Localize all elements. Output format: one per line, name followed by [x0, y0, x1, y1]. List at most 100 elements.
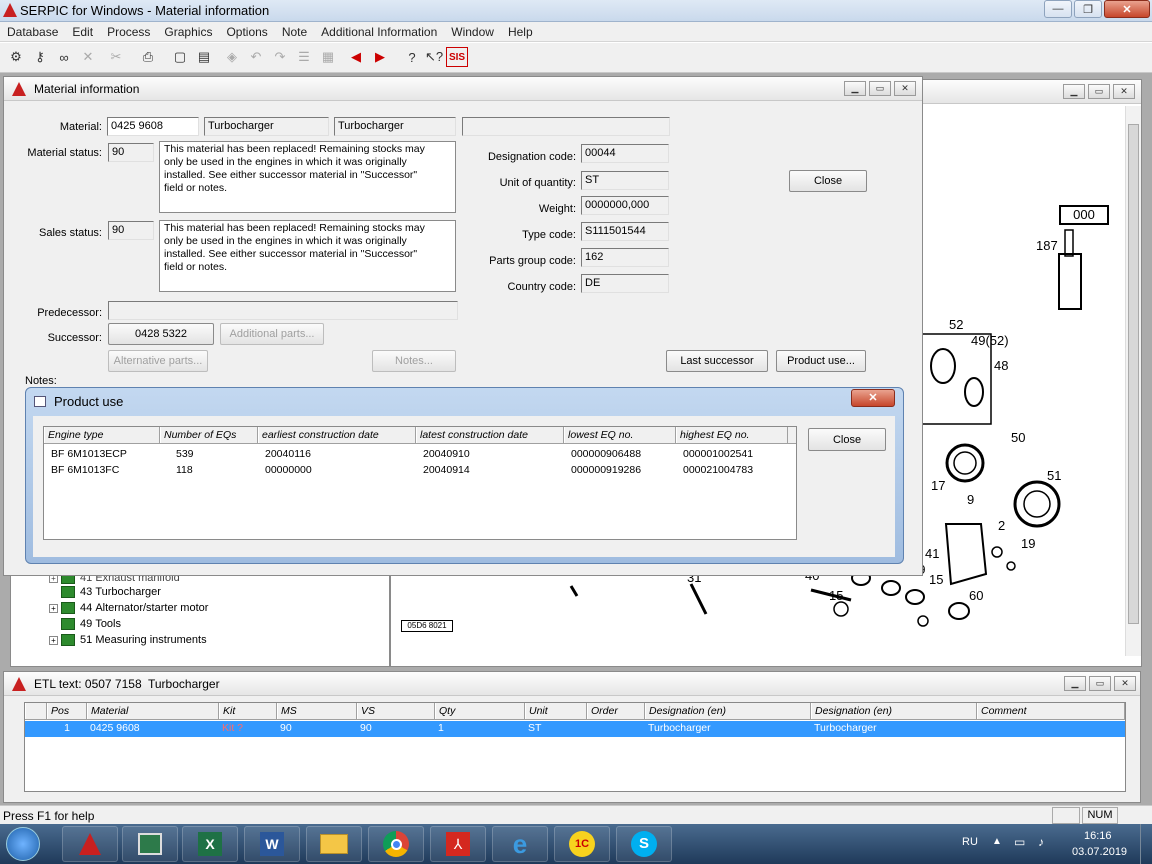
- column-header[interactable]: Pos: [47, 703, 87, 719]
- drawing-maximize-button[interactable]: ▭: [1088, 84, 1110, 99]
- column-header[interactable]: Kit: [219, 703, 277, 719]
- clock-time[interactable]: 16:16: [1084, 830, 1112, 842]
- excel-icon[interactable]: X: [182, 826, 238, 862]
- print-icon[interactable]: ⎙: [138, 47, 158, 67]
- etl-minimize-button[interactable]: ▁: [1064, 676, 1086, 691]
- column-header[interactable]: Designation (en): [645, 703, 811, 719]
- alternative-parts-button[interactable]: Alternative parts...: [108, 350, 208, 372]
- column-header[interactable]: Order: [587, 703, 645, 719]
- menu-additional-information[interactable]: Additional Information: [314, 22, 444, 39]
- expand-icon[interactable]: +: [49, 603, 58, 613]
- context-help-icon[interactable]: ↖?: [424, 47, 444, 67]
- menu-process[interactable]: Process: [100, 22, 157, 39]
- etl-maximize-button[interactable]: ▭: [1089, 676, 1111, 691]
- menu-note[interactable]: Note: [275, 22, 314, 39]
- material-label: Material:: [59, 121, 102, 133]
- expand-icon[interactable]: +: [49, 635, 58, 645]
- material-close-button[interactable]: ✕: [894, 81, 916, 96]
- drawing-scrollbar[interactable]: [1125, 106, 1141, 656]
- column-header[interactable]: earliest construction date: [258, 427, 416, 443]
- redo-icon[interactable]: ↷: [270, 47, 290, 67]
- start-button[interactable]: [6, 827, 40, 861]
- list-icon[interactable]: ☰: [294, 47, 314, 67]
- menu-edit[interactable]: Edit: [65, 22, 100, 39]
- word-icon[interactable]: W: [244, 826, 300, 862]
- column-header[interactable]: VS: [357, 703, 435, 719]
- table-row[interactable]: 1 0425 9608 Kit ? 90 90 1 ST Turbocharge…: [25, 721, 1125, 737]
- skype-icon[interactable]: S: [616, 826, 672, 862]
- additional-parts-button[interactable]: Additional parts...: [220, 323, 324, 345]
- table-icon[interactable]: ▦: [318, 47, 338, 67]
- serpic-taskbar-icon[interactable]: [62, 826, 118, 862]
- etl-close-button[interactable]: ✕: [1114, 676, 1136, 691]
- internet-explorer-icon[interactable]: e: [492, 826, 548, 862]
- dialog-close-x-button[interactable]: ✕: [851, 389, 895, 407]
- help-icon[interactable]: ?: [402, 47, 422, 67]
- column-header[interactable]: lowest EQ no.: [564, 427, 676, 443]
- open-icon[interactable]: ▤: [194, 47, 214, 67]
- table-row[interactable]: BF 6M1013FC 118 00000000 20040914 000000…: [48, 463, 792, 479]
- material-close-dialog-button[interactable]: Close: [789, 170, 867, 192]
- menu-database[interactable]: Database: [0, 22, 65, 39]
- 1c-icon[interactable]: 1С: [554, 826, 610, 862]
- successor-button[interactable]: 0428 5322: [108, 323, 214, 345]
- prev-arrow-icon[interactable]: ◀: [346, 47, 366, 67]
- chrome-icon[interactable]: [368, 826, 424, 862]
- tag-icon[interactable]: ◈: [222, 47, 242, 67]
- tree-item[interactable]: +44 Alternator/starter motor: [49, 602, 208, 614]
- menu-graphics[interactable]: Graphics: [157, 22, 219, 39]
- folder-icon: [61, 586, 75, 598]
- column-header[interactable]: Qty: [435, 703, 525, 719]
- column-header[interactable]: Number of EQs: [160, 427, 258, 443]
- tray-expand-icon[interactable]: ▲: [992, 836, 1002, 847]
- next-arrow-icon[interactable]: ▶: [370, 47, 390, 67]
- menu-window[interactable]: Window: [444, 22, 501, 39]
- menu-help[interactable]: Help: [501, 22, 540, 39]
- minimize-button[interactable]: —: [1044, 0, 1072, 18]
- material-number-field[interactable]: 0425 9608: [107, 117, 199, 136]
- column-header[interactable]: Unit: [525, 703, 587, 719]
- sis-icon[interactable]: SIS: [446, 47, 468, 67]
- file-explorer-icon[interactable]: [306, 826, 362, 862]
- link-icon[interactable]: ∞: [54, 47, 74, 67]
- cut-icon[interactable]: ✂: [106, 47, 126, 67]
- acrobat-icon[interactable]: ⅄: [430, 826, 486, 862]
- column-header[interactable]: latest construction date: [416, 427, 564, 443]
- tree-item[interactable]: 49 Tools: [49, 618, 121, 630]
- unit-field: ST: [581, 171, 669, 190]
- drawing-close-button[interactable]: ✕: [1113, 84, 1135, 99]
- material-minimize-button[interactable]: ▁: [844, 81, 866, 96]
- notes-button[interactable]: Notes...: [372, 350, 456, 372]
- language-indicator[interactable]: RU: [962, 836, 978, 848]
- window-taskbar-icon[interactable]: [122, 826, 178, 862]
- undo-icon[interactable]: ↶: [246, 47, 266, 67]
- successor-label: Successor:: [47, 332, 102, 344]
- last-successor-button[interactable]: Last successor: [666, 350, 768, 372]
- table-row[interactable]: BF 6M1013ECP 539 20040116 20040910 00000…: [48, 447, 792, 463]
- volume-icon[interactable]: ♪: [1038, 835, 1044, 849]
- show-desktop-button[interactable]: [1140, 824, 1152, 864]
- key-icon[interactable]: ⚷: [30, 47, 50, 67]
- cell-kit: Kit ?: [222, 722, 244, 734]
- delete-icon[interactable]: ✕: [78, 47, 98, 67]
- network-icon[interactable]: ▭: [1014, 835, 1025, 849]
- drawing-minimize-button[interactable]: ▁: [1063, 84, 1085, 99]
- product-use-close-button[interactable]: Close: [808, 428, 886, 451]
- drawing-scroll-thumb[interactable]: [1128, 124, 1139, 624]
- menu-options[interactable]: Options: [219, 22, 274, 39]
- column-header[interactable]: MS: [277, 703, 357, 719]
- column-header[interactable]: highest EQ no.: [676, 427, 788, 443]
- product-use-button[interactable]: Product use...: [776, 350, 866, 372]
- close-button[interactable]: ✕: [1104, 0, 1150, 18]
- material-maximize-button[interactable]: ▭: [869, 81, 891, 96]
- tree-item[interactable]: +51 Measuring instruments: [49, 634, 207, 646]
- column-header[interactable]: Comment: [977, 703, 1125, 719]
- print-setup-icon[interactable]: ⚙: [6, 47, 26, 67]
- column-header[interactable]: Material: [87, 703, 219, 719]
- new-icon[interactable]: ▢: [170, 47, 190, 67]
- column-header[interactable]: Designation (en): [811, 703, 977, 719]
- clock-date[interactable]: 03.07.2019: [1072, 846, 1127, 858]
- maximize-button[interactable]: ❐: [1074, 0, 1102, 18]
- column-header[interactable]: Engine type: [44, 427, 160, 443]
- tree-item[interactable]: 43 Turbocharger: [49, 586, 161, 598]
